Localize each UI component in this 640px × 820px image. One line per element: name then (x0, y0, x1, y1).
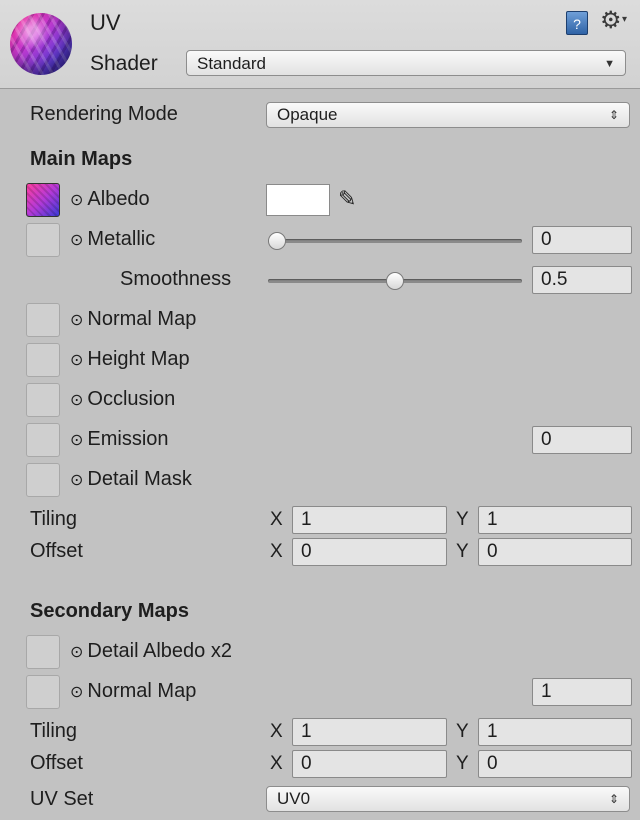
detail-mask-label[interactable]: ⊙ Detail Mask (70, 468, 192, 491)
metallic-value-field[interactable]: 0 (532, 226, 632, 254)
emission-texture-slot[interactable] (26, 423, 60, 457)
smoothness-slider-thumb[interactable] (386, 272, 404, 290)
albedo-texture-slot[interactable] (26, 183, 60, 217)
target-icon: ⊙ (70, 392, 84, 409)
shader-label: Shader (90, 52, 158, 75)
emission-label[interactable]: ⊙ Emission (70, 428, 169, 451)
main-tiling-label: Tiling (30, 508, 78, 530)
shader-dropdown-value: Standard (197, 54, 266, 73)
main-tiling-y-label: Y (456, 509, 469, 530)
albedo-label[interactable]: ⊙ Albedo (70, 188, 150, 211)
target-icon: ⊙ (70, 352, 84, 369)
main-offset-x-label: X (270, 541, 283, 562)
material-name: UV (90, 10, 121, 35)
main-tiling-y-field[interactable]: 1 (478, 506, 632, 534)
secondary-offset-y-field[interactable]: 0 (478, 750, 632, 778)
secondary-offset-label: Offset (30, 752, 83, 774)
rendering-mode-label: Rendering Mode (30, 103, 178, 125)
target-icon: ⊙ (70, 192, 84, 209)
material-header: UV Shader Standard ▼ ? ⚙ ▾ (0, 0, 640, 89)
target-icon: ⊙ (70, 472, 84, 489)
main-tiling-x-field[interactable]: 1 (292, 506, 447, 534)
detail-mask-texture-slot[interactable] (26, 463, 60, 497)
albedo-color-swatch[interactable] (266, 184, 330, 216)
secondary-offset-x-field[interactable]: 0 (292, 750, 447, 778)
secondary-tiling-y-label: Y (456, 721, 469, 742)
secondary-offset-y-label: Y (456, 753, 469, 774)
normal-map-label[interactable]: ⊙ Normal Map (70, 308, 196, 331)
target-icon: ⊙ (70, 644, 84, 661)
main-tiling-x-label: X (270, 509, 283, 530)
help-book-icon[interactable]: ? (566, 11, 588, 35)
shader-dropdown[interactable]: Standard ▼ (186, 50, 626, 76)
smoothness-label: Smoothness (120, 268, 232, 290)
target-icon: ⊙ (70, 312, 84, 329)
metallic-texture-slot[interactable] (26, 223, 60, 257)
main-offset-y-label: Y (456, 541, 469, 562)
uv-set-value: UV0 (277, 789, 311, 808)
metallic-slider-thumb[interactable] (268, 232, 286, 250)
secondary-maps-title: Secondary Maps (30, 600, 189, 622)
target-icon: ⊙ (70, 684, 84, 701)
secondary-tiling-x-field[interactable]: 1 (292, 718, 447, 746)
updown-arrow-icon: ⇕ (608, 792, 619, 806)
main-offset-y-field[interactable]: 0 (478, 538, 632, 566)
secondary-offset-x-label: X (270, 753, 283, 774)
uv-set-dropdown[interactable]: UV0 ⇕ (266, 786, 630, 812)
main-offset-x-field[interactable]: 0 (292, 538, 447, 566)
occlusion-label[interactable]: ⊙ Occlusion (70, 388, 175, 411)
material-preview-sphere (10, 13, 72, 75)
gear-caret-icon: ▾ (622, 14, 628, 25)
occlusion-texture-slot[interactable] (26, 383, 60, 417)
detail-albedo-texture-slot[interactable] (26, 635, 60, 669)
target-icon: ⊙ (70, 432, 84, 449)
metallic-slider-track[interactable] (268, 239, 522, 243)
rendering-mode-value: Opaque (277, 105, 338, 124)
smoothness-value-field[interactable]: 0.5 (532, 266, 632, 294)
secondary-tiling-y-field[interactable]: 1 (478, 718, 632, 746)
secondary-normal-map-texture-slot[interactable] (26, 675, 60, 709)
secondary-normal-scale-field[interactable]: 1 (532, 678, 632, 706)
detail-albedo-label[interactable]: ⊙ Detail Albedo x2 (70, 640, 232, 663)
secondary-normal-map-label[interactable]: ⊙ Normal Map (70, 680, 196, 703)
main-maps-title: Main Maps (30, 148, 133, 170)
secondary-tiling-label: Tiling (30, 720, 78, 742)
metallic-label[interactable]: ⊙ Metallic (70, 228, 155, 251)
rendering-mode-dropdown[interactable]: Opaque ⇕ (266, 102, 630, 128)
emission-value-field[interactable]: 0 (532, 426, 632, 454)
secondary-tiling-x-label: X (270, 721, 283, 742)
chevron-down-icon: ▼ (604, 58, 615, 70)
height-map-texture-slot[interactable] (26, 343, 60, 377)
normal-map-texture-slot[interactable] (26, 303, 60, 337)
main-offset-label: Offset (30, 540, 83, 562)
updown-arrow-icon: ⇕ (608, 108, 619, 122)
eyedropper-icon[interactable]: ✎ (338, 186, 356, 212)
height-map-label[interactable]: ⊙ Height Map (70, 348, 190, 371)
uv-set-label: UV Set (30, 788, 94, 810)
target-icon: ⊙ (70, 232, 84, 249)
gear-icon[interactable]: ⚙ (600, 6, 622, 35)
